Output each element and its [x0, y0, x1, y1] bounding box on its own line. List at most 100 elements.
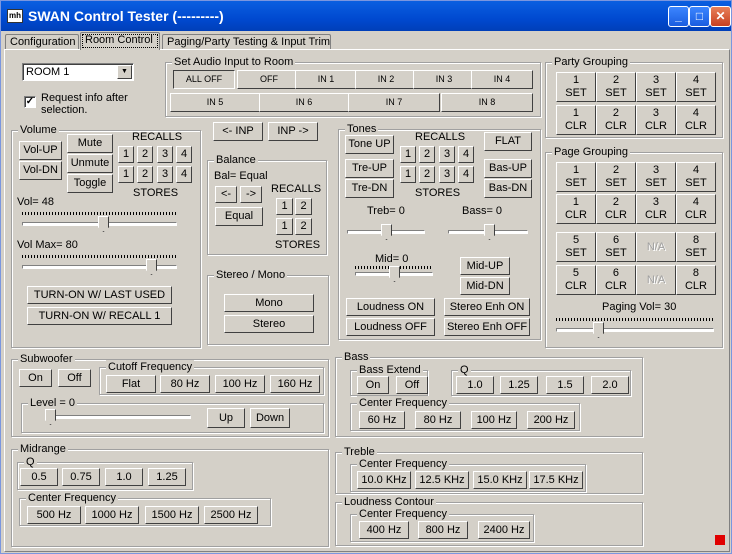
balance-store-1[interactable]: 1: [276, 218, 293, 235]
midrange-cf-1500-button[interactable]: 1500 Hz: [145, 506, 199, 524]
subwoofer-on-button[interactable]: On: [19, 369, 52, 387]
party-set-2[interactable]: 2 SET: [596, 72, 636, 102]
input-all-off-button[interactable]: ALL OFF: [173, 70, 235, 89]
volume-slider[interactable]: [22, 210, 177, 232]
title-bar[interactable]: mh SWAN Control Tester (---------) _ □ ✕: [1, 1, 731, 31]
bass-slider[interactable]: [448, 222, 528, 244]
minimize-button[interactable]: _: [668, 6, 689, 27]
midrange-q-1.0-button[interactable]: 1.0: [105, 468, 143, 486]
bass-slider-thumb[interactable]: [484, 224, 495, 240]
page-clr-4[interactable]: 4 CLR: [676, 194, 716, 224]
treble-up-button[interactable]: Tre-UP: [345, 159, 394, 178]
midrange-q-0.75-button[interactable]: 0.75: [62, 468, 100, 486]
loudness-on-button[interactable]: Loudness ON: [346, 298, 435, 316]
tones-store-2[interactable]: 2: [419, 166, 435, 183]
close-button[interactable]: ✕: [710, 6, 731, 27]
volume-recall-4[interactable]: 4: [176, 146, 192, 163]
volume-store-1[interactable]: 1: [118, 166, 134, 183]
input-prev-button[interactable]: <- INP: [213, 122, 263, 141]
bass-down-button[interactable]: Bas-DN: [484, 179, 532, 198]
balance-recall-1[interactable]: 1: [276, 198, 293, 215]
room-select[interactable]: ROOM 1 ▼: [22, 63, 134, 81]
bass-q-2.0-button[interactable]: 2.0: [591, 376, 629, 394]
treble-down-button[interactable]: Tre-DN: [345, 179, 394, 198]
input-2-button[interactable]: IN 2: [355, 70, 417, 89]
subwoofer-up-button[interactable]: Up: [207, 408, 245, 428]
input-1-button[interactable]: IN 1: [295, 70, 357, 89]
page-set-2[interactable]: 2 SET: [596, 162, 636, 192]
loudness-cf-800-button[interactable]: 800 Hz: [418, 521, 468, 539]
maximize-button[interactable]: □: [689, 6, 710, 27]
cutoff-100hz-button[interactable]: 100 Hz: [215, 375, 265, 393]
page-set-1[interactable]: 1 SET: [556, 162, 596, 192]
party-set-4[interactable]: 4 SET: [676, 72, 716, 102]
tones-recall-3[interactable]: 3: [439, 146, 455, 163]
toggle-button[interactable]: Toggle: [67, 174, 113, 193]
loudness-off-button[interactable]: Loudness OFF: [346, 318, 435, 336]
balance-store-2[interactable]: 2: [295, 218, 312, 235]
loudness-cf-400-button[interactable]: 400 Hz: [359, 521, 409, 539]
tones-store-4[interactable]: 4: [458, 166, 474, 183]
party-clr-3[interactable]: 3 CLR: [636, 105, 676, 135]
tones-recall-4[interactable]: 4: [458, 146, 474, 163]
input-4-button[interactable]: IN 4: [471, 70, 533, 89]
volume-recall-3[interactable]: 3: [157, 146, 173, 163]
mono-button[interactable]: Mono: [224, 294, 314, 312]
volume-recall-1[interactable]: 1: [118, 146, 134, 163]
tab-configuration[interactable]: Configuration: [5, 34, 79, 50]
volume-store-2[interactable]: 2: [137, 166, 153, 183]
subwoofer-off-button[interactable]: Off: [58, 369, 91, 387]
stereo-enh-off-button[interactable]: Stereo Enh OFF: [444, 318, 530, 336]
bass-cf-80-button[interactable]: 80 Hz: [415, 411, 461, 429]
page-set-5[interactable]: 5 SET: [556, 232, 596, 262]
party-set-1[interactable]: 1 SET: [556, 72, 596, 102]
page-set-8[interactable]: 8 SET: [676, 232, 716, 262]
mid-down-button[interactable]: Mid-DN: [460, 277, 510, 295]
input-6-button[interactable]: IN 6: [259, 93, 349, 112]
subwoofer-level-slider-thumb[interactable]: [45, 409, 56, 425]
volume-slider-thumb[interactable]: [98, 216, 109, 232]
chevron-down-icon[interactable]: ▼: [117, 65, 132, 79]
volume-store-3[interactable]: 3: [157, 166, 173, 183]
tones-store-1[interactable]: 1: [400, 166, 416, 183]
page-set-4[interactable]: 4 SET: [676, 162, 716, 192]
page-clr-3[interactable]: 3 CLR: [636, 194, 676, 224]
loudness-cf-2400-button[interactable]: 2400 Hz: [478, 521, 530, 539]
subwoofer-level-slider[interactable]: [45, 407, 191, 429]
stereo-button[interactable]: Stereo: [224, 315, 314, 333]
treble-slider[interactable]: [347, 222, 425, 244]
paging-volume-slider-thumb[interactable]: [593, 322, 604, 338]
bass-extend-off-button[interactable]: Off: [396, 376, 428, 394]
vol-dn-button[interactable]: Vol-DN: [19, 161, 62, 180]
tones-store-3[interactable]: 3: [439, 166, 455, 183]
paging-volume-slider[interactable]: [556, 316, 714, 338]
midrange-cf-1000-button[interactable]: 1000 Hz: [85, 506, 139, 524]
bass-cf-100-button[interactable]: 100 Hz: [471, 411, 517, 429]
turn-on-last-used-button[interactable]: TURN-ON W/ LAST USED: [27, 286, 172, 304]
input-7-button[interactable]: IN 7: [348, 93, 440, 112]
mid-up-button[interactable]: Mid-UP: [460, 257, 510, 275]
unmute-button[interactable]: Unmute: [67, 154, 113, 173]
page-set-6[interactable]: 6 SET: [596, 232, 636, 262]
bass-cf-200-button[interactable]: 200 Hz: [527, 411, 575, 429]
mid-slider[interactable]: [355, 264, 433, 286]
mute-button[interactable]: Mute: [67, 134, 113, 153]
bass-up-button[interactable]: Bas-UP: [484, 159, 532, 178]
party-set-3[interactable]: 3 SET: [636, 72, 676, 102]
treble-slider-thumb[interactable]: [381, 224, 392, 240]
page-clr-2[interactable]: 2 CLR: [596, 194, 636, 224]
volume-store-4[interactable]: 4: [176, 166, 192, 183]
tab-room-control[interactable]: Room Control: [80, 32, 160, 50]
volume-recall-2[interactable]: 2: [137, 146, 153, 163]
midrange-q-0.5-button[interactable]: 0.5: [20, 468, 58, 486]
treble-cf-17.5-button[interactable]: 17.5 KHz: [529, 471, 583, 489]
balance-equal-button[interactable]: Equal: [215, 207, 263, 226]
input-3-button[interactable]: IN 3: [413, 70, 475, 89]
volume-max-slider-thumb[interactable]: [146, 259, 157, 275]
page-clr-8[interactable]: 8 CLR: [676, 265, 716, 295]
tone-up-button[interactable]: Tone UP: [345, 135, 394, 154]
bass-q-1.5-button[interactable]: 1.5: [546, 376, 584, 394]
stereo-enh-on-button[interactable]: Stereo Enh ON: [444, 298, 530, 316]
balance-recall-2[interactable]: 2: [295, 198, 312, 215]
page-clr-1[interactable]: 1 CLR: [556, 194, 596, 224]
